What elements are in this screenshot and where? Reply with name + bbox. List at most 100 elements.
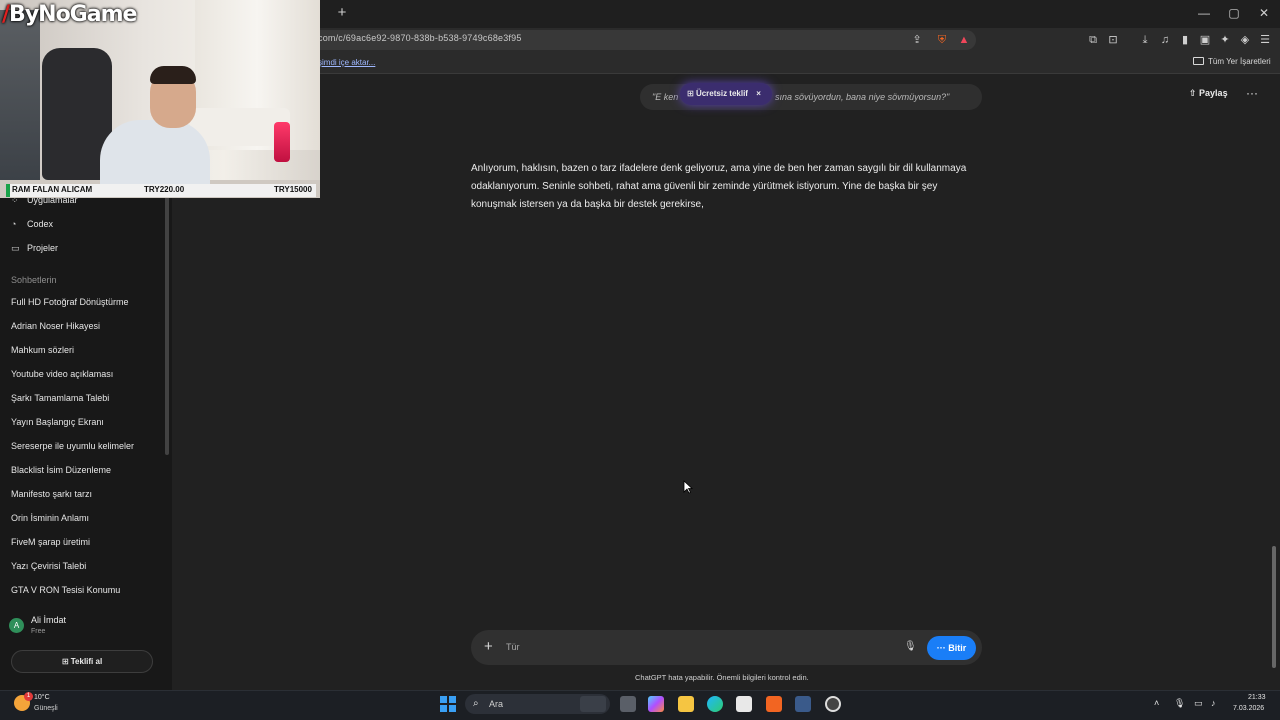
donation-goal-bar: RAM FALAN ALICAM TRY220.00 TRY15000 [6,184,316,197]
webcam-jacket [0,10,40,180]
quoted-message-end: sına sövüyordun, bana niye sövmüyorsun?" [775,92,950,102]
chat-item[interactable]: GTA V RON Tesisi Konumu [11,585,120,595]
chat-item[interactable]: Adrian Noser Hikayesi [11,321,100,331]
prompt-input[interactable]: Tür [506,642,520,652]
gift-icon: ⊞ [61,657,71,666]
gift-icon: ⊞ [687,89,696,98]
chat-item[interactable]: Sereserpe ile uyumlu kelimeler [11,441,134,451]
close-window-button[interactable]: ✕ [1256,5,1272,21]
notification-badge: 1 [24,692,33,701]
get-offer-label: Teklifi al [70,657,103,666]
close-icon[interactable]: × [756,89,761,98]
all-bookmarks-button[interactable]: Tüm Yer İşaretleri [1193,57,1271,66]
avatar[interactable]: A [9,618,24,633]
download-icon[interactable]: ⤓ [1138,33,1152,47]
all-bookmarks-label: Tüm Yer İşaretleri [1208,57,1271,66]
leo-ai-icon[interactable]: ✦ [1218,33,1232,47]
network-icon[interactable]: ▭ [1194,698,1203,709]
sidebar-item-codex[interactable]: ◔ Codex [11,219,53,229]
search-icon: ⌕ [473,698,479,709]
add-attachment-icon[interactable]: + [484,639,493,654]
menu-icon[interactable]: ☰ [1258,33,1272,47]
finish-label: Bitir [948,643,967,653]
task-view-icon[interactable] [620,696,636,712]
user-plan: Free [31,628,46,635]
dots-icon: ··· [936,643,949,653]
main-scrollbar[interactable] [1272,546,1276,668]
url-text: com/c/69ac6e92-9870-838b-b538-9749c68e3f… [318,33,522,43]
chat-item[interactable]: Orin İsminin Anlamı [11,513,89,523]
mouse-cursor-icon [683,480,693,494]
vpn-icon[interactable]: ◈ [1238,33,1252,47]
file-explorer-icon[interactable] [678,696,694,712]
search-highlight-icon[interactable] [580,696,606,712]
brave-icon[interactable] [766,696,782,712]
clock-date[interactable]: 7.03.2026 [1233,705,1264,712]
chat-item[interactable]: Full HD Fotoğraf Dönüştürme [11,297,129,307]
disclaimer: ChatGPT hata yapabilir. Önemli bilgileri… [635,673,809,682]
maximize-button[interactable]: ▢ [1226,5,1242,21]
minimize-button[interactable]: — [1196,5,1212,21]
translate-icon[interactable]: ⊡ [1106,33,1120,47]
free-offer-label: Ücretsiz teklif [695,89,748,98]
chat-item[interactable]: Blacklist İsim Düzenleme [11,465,111,475]
tray-mic-icon[interactable]: 🎙 [1174,698,1185,709]
logo-text: ByNoGame [9,2,137,27]
upload-icon: ⇧ [1189,88,1200,98]
store-icon[interactable] [736,696,752,712]
assistant-message: Anlıyorum, haklısın, bazen o tarz ifadel… [471,163,967,210]
import-bookmarks-link[interactable]: şimdi içe aktar... [318,58,375,67]
new-tab-button[interactable]: + [334,5,350,21]
user-name[interactable]: Ali İmdat [31,615,66,625]
webcam-overlay: /ByNoGame RAM FALAN ALICAM TRY220.00 TRY… [0,0,320,198]
webcam-person [100,120,210,190]
wallet-icon[interactable]: ▣ [1198,33,1212,47]
chat-item[interactable]: Şarkı Tamamlama Talebi [11,393,109,403]
goal-current: TRY220.00 [144,185,185,194]
taskbar-search-placeholder: Ara [489,699,504,709]
chat-item[interactable]: Mahkum sözleri [11,345,74,355]
share-page-icon[interactable]: ⇪ [910,33,924,47]
folder-icon: ▭ [11,243,20,253]
webcam-microphone [274,122,290,162]
chat-item[interactable]: Yazı Çevirisi Talebi [11,561,86,571]
tray-overflow-icon[interactable]: ˄ [1154,698,1159,708]
app-icon[interactable] [795,696,811,712]
weather-description[interactable]: Güneşli [34,705,58,712]
chat-item[interactable]: Youtube video açıklaması [11,369,113,379]
quoted-message-start: "E ken [652,92,679,102]
sidebar-item-label: Projeler [27,243,59,253]
more-options-icon[interactable]: ··· [1246,86,1258,100]
microphone-icon[interactable]: 🎙 [904,641,917,652]
chat-item[interactable]: FiveM şarap üretimi [11,537,90,547]
obs-icon[interactable] [825,696,841,712]
sidebar-scrollbar[interactable] [165,190,169,455]
finish-voice-button[interactable]: ··· Bitir [927,636,976,660]
brave-shields-icon[interactable]: ⛨ [935,33,949,47]
volume-icon[interactable]: ♪ [1211,698,1216,708]
share-button[interactable]: ⇧ Paylaş [1189,88,1228,99]
folder-icon [1193,57,1204,65]
start-icon[interactable] [440,696,456,712]
taskbar [0,690,1280,720]
share-label: Paylaş [1199,88,1228,98]
clock-time[interactable]: 21:33 [1248,694,1266,701]
chat-item[interactable]: Yayın Başlangıç Ekranı [11,417,104,427]
copilot-icon[interactable] [648,696,664,712]
sidebar-item-projects[interactable]: ▭ Projeler [11,243,58,254]
webcam-person-hair [150,66,196,84]
goal-target: TRY15000 [274,185,312,194]
edge-icon[interactable] [707,696,723,712]
free-offer-pill[interactable]: ⊞ Ücretsiz teklif × [680,83,772,105]
chats-header: Sohbetlerin [11,275,57,285]
media-icon[interactable]: ♫ [1158,33,1172,47]
get-offer-button[interactable]: ⊞ Teklifi al [11,650,153,673]
sidebar-toggle-icon[interactable]: ▮ [1178,33,1192,47]
brave-rewards-icon[interactable]: ▲ [957,33,971,47]
streamer-logo: /ByNoGame [2,2,137,27]
logo-mark-icon: / [2,2,10,27]
codex-icon: ◔ [11,219,17,229]
chat-item[interactable]: Manifesto şarkı tarzı [11,489,92,499]
extensions-icon[interactable]: ⧉ [1086,33,1100,47]
weather-temperature[interactable]: 10°C [34,694,50,701]
